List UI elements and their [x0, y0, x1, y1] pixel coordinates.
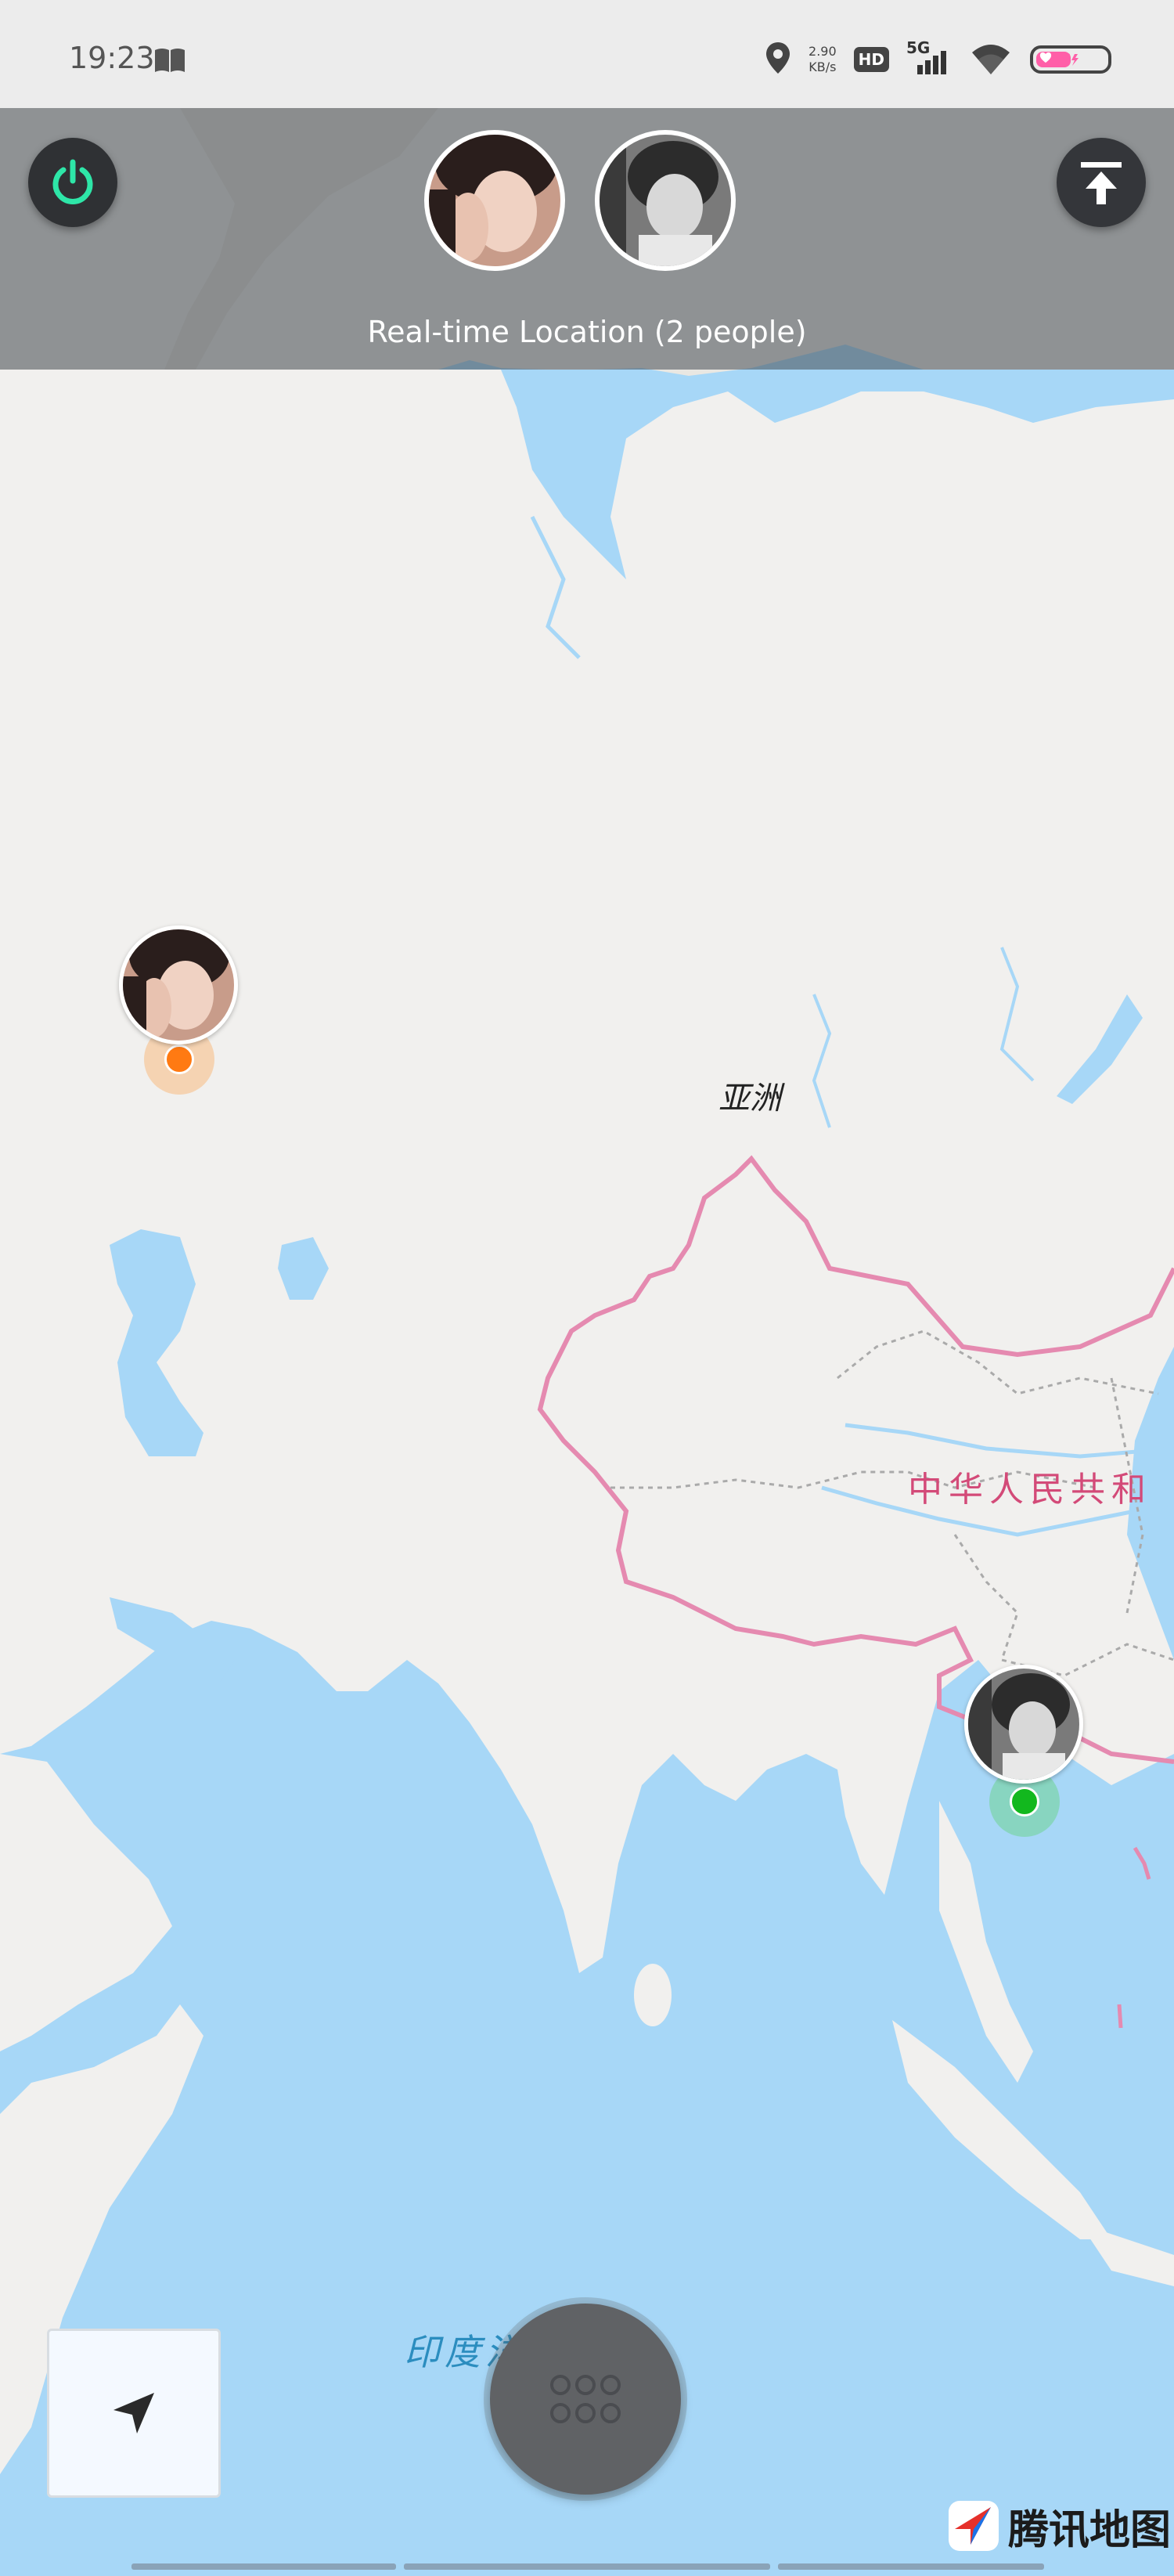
net-speed-unit: KB/s — [808, 60, 837, 74]
network-speed: 2.90 KB/s — [808, 44, 837, 75]
status-indicators: 2.90 KB/s HD 5G — [765, 38, 1111, 81]
locate-me-button[interactable] — [47, 2329, 221, 2498]
status-time: 19:23 — [69, 41, 155, 75]
location-icon — [765, 41, 791, 78]
navigation-arrow-icon — [113, 2393, 154, 2433]
brand-text: 腾讯地图 — [1008, 2506, 1172, 2554]
battery-icon — [1030, 45, 1111, 74]
sri-lanka — [634, 1964, 672, 2026]
wifi-icon — [969, 40, 1013, 79]
map-view[interactable]: 亚洲 中华人民共和 印度洋 — [0, 108, 1174, 2573]
status-bar: 19:23 2.90 KB/s HD 5G — [0, 0, 1174, 108]
grid-dots-icon — [550, 2375, 621, 2423]
scale-bar-2 — [404, 2563, 770, 2570]
location-title: Real-time Location (2 people) — [367, 315, 807, 349]
participant-2-location-dot — [1010, 1787, 1039, 1817]
participant-1-location-dot — [164, 1044, 194, 1074]
power-button[interactable] — [28, 138, 117, 227]
scale-bar-3 — [778, 2563, 1044, 2570]
country-label: 中华人民共和 — [908, 1470, 1152, 1510]
menu-button[interactable] — [490, 2304, 681, 2495]
upload-button[interactable] — [1057, 138, 1146, 227]
power-icon — [52, 159, 93, 204]
participant-2-avatar[interactable] — [595, 130, 736, 271]
hd-badge: HD — [853, 47, 889, 72]
book-icon — [153, 47, 186, 77]
tencent-map-logo-icon — [949, 2501, 999, 2551]
participant-1-map-avatar[interactable] — [119, 925, 238, 1044]
participant-1-avatar[interactable] — [424, 130, 565, 271]
location-header: Real-time Location (2 people) — [0, 108, 1174, 370]
map-canvas[interactable] — [0, 108, 1174, 2573]
net-speed-value: 2.90 — [808, 44, 837, 59]
upload-icon — [1081, 162, 1122, 204]
map-provider-brand: 腾讯地图 — [945, 2498, 1171, 2554]
participant-2-map-avatar[interactable] — [964, 1665, 1083, 1784]
signal-icon: 5G — [906, 38, 952, 78]
continent-label: 亚洲 — [718, 1081, 781, 1117]
scale-bar-1 — [131, 2563, 396, 2570]
